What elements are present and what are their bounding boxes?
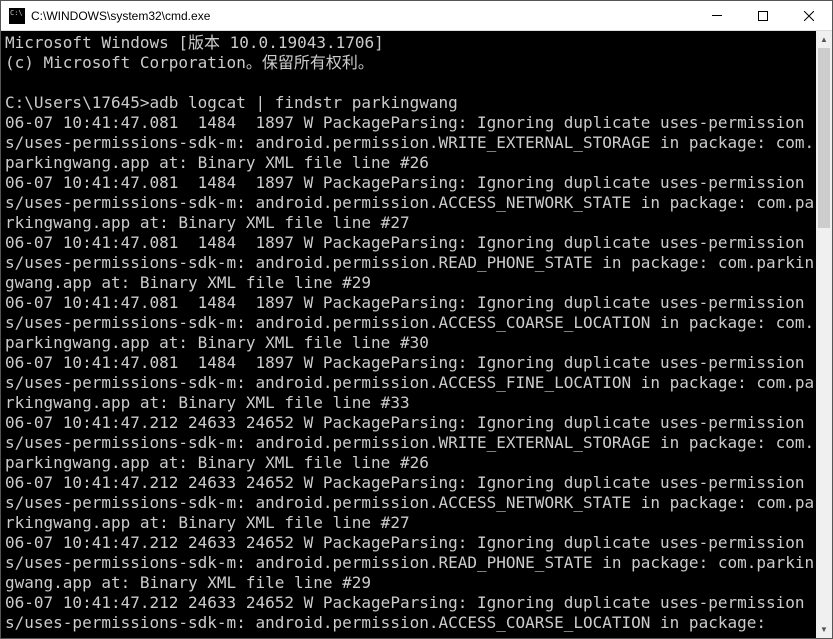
- maximize-button[interactable]: [740, 1, 786, 30]
- terminal-area: Microsoft Windows [版本 10.0.19043.1706] (…: [1, 31, 832, 638]
- close-icon: [804, 11, 814, 21]
- close-button[interactable]: [786, 1, 832, 30]
- minimize-button[interactable]: [694, 1, 740, 30]
- terminal-output[interactable]: Microsoft Windows [版本 10.0.19043.1706] (…: [1, 31, 816, 638]
- cmd-icon: [9, 8, 25, 24]
- vertical-scrollbar[interactable]: ▲ ▼: [816, 31, 832, 638]
- scroll-down-button[interactable]: ▼: [816, 621, 832, 638]
- scroll-up-button[interactable]: ▲: [816, 31, 832, 48]
- window-controls: [694, 1, 832, 30]
- titlebar[interactable]: C:\WINDOWS\system32\cmd.exe: [1, 1, 832, 31]
- scroll-track[interactable]: [816, 48, 832, 621]
- minimize-icon: [712, 15, 722, 16]
- scroll-thumb[interactable]: [818, 48, 830, 228]
- cmd-window: C:\WINDOWS\system32\cmd.exe Microsoft Wi…: [0, 0, 833, 639]
- window-title: C:\WINDOWS\system32\cmd.exe: [31, 9, 694, 23]
- maximize-icon: [758, 11, 768, 21]
